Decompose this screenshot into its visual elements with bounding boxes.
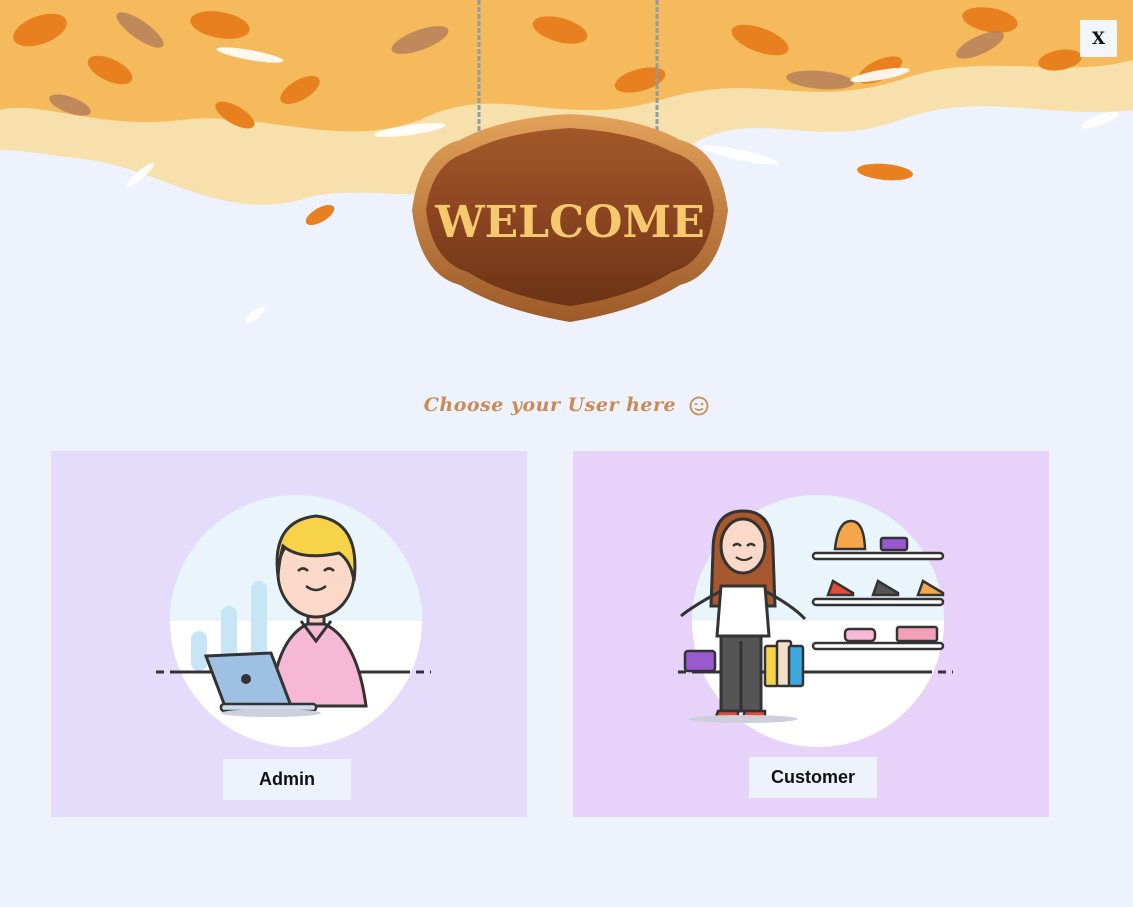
shopper-icon bbox=[678, 495, 953, 747]
login-window: WELCOME X Choose your User here Admin Cu… bbox=[0, 0, 1133, 907]
customer-button[interactable]: Customer bbox=[749, 757, 877, 798]
admin-laptop-icon bbox=[156, 495, 431, 747]
admin-card[interactable]: Admin bbox=[51, 451, 527, 817]
welcome-sign: WELCOME bbox=[412, 0, 728, 322]
choose-user-prompt: Choose your User here bbox=[0, 394, 1133, 416]
wink-emoji-icon bbox=[689, 396, 709, 416]
welcome-sign-text: WELCOME bbox=[434, 197, 704, 248]
prompt-text: Choose your User here bbox=[423, 394, 677, 416]
customer-card[interactable]: Customer bbox=[573, 451, 1049, 817]
admin-button[interactable]: Admin bbox=[223, 759, 351, 800]
close-button[interactable]: X bbox=[1080, 20, 1117, 57]
